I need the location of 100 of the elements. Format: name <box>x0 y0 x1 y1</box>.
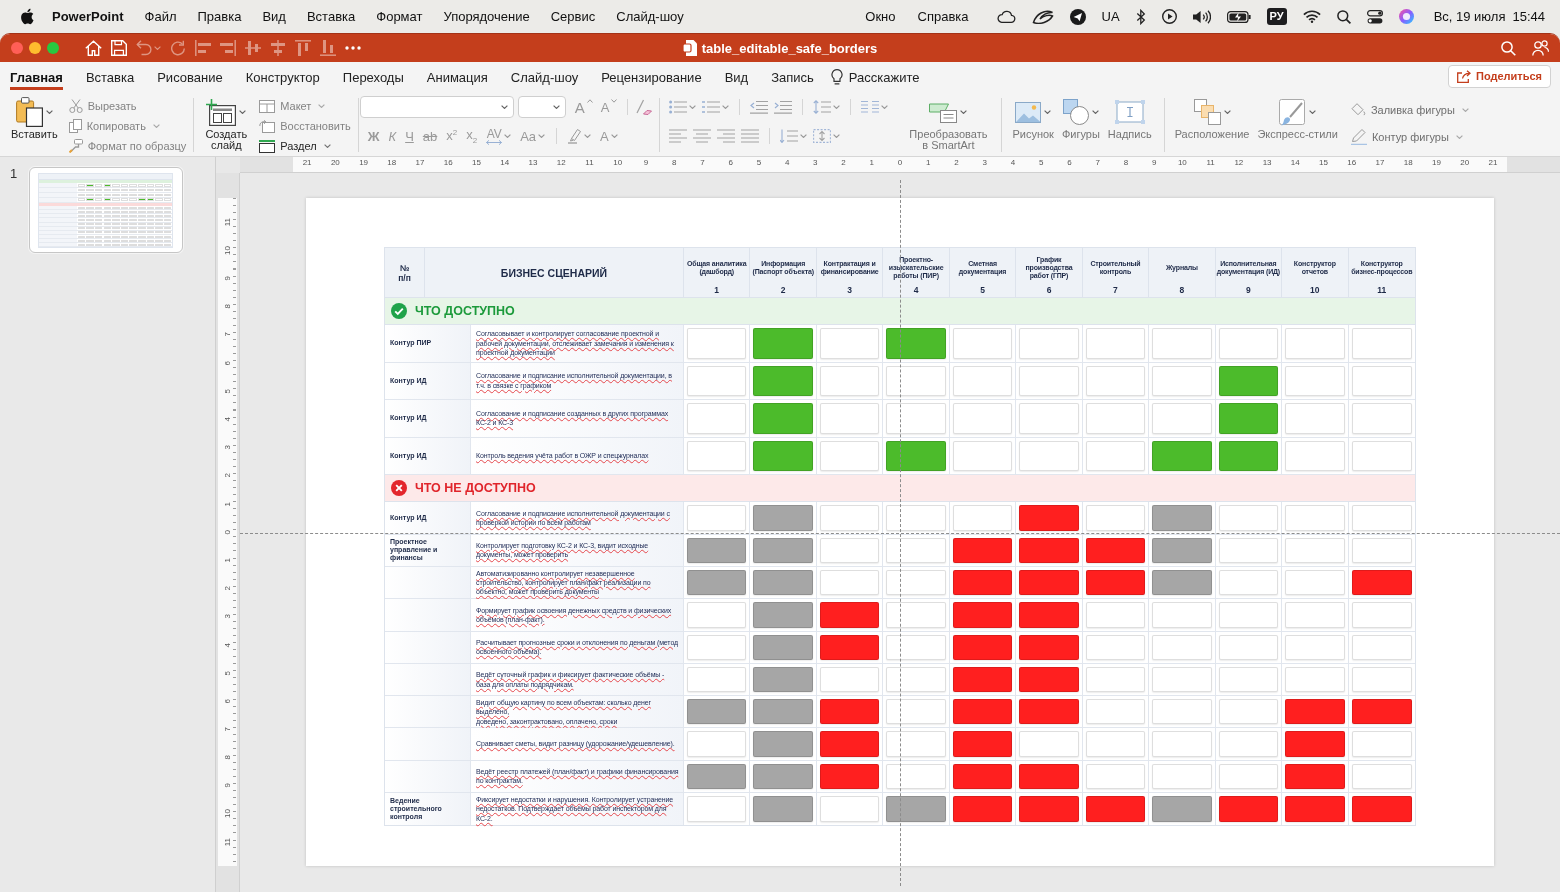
caret-icon[interactable] <box>833 134 841 138</box>
more-icon[interactable] <box>345 46 361 50</box>
ruler-number: 4 <box>222 417 233 422</box>
columns-icon[interactable] <box>861 100 880 114</box>
font-size-field[interactable] <box>517 96 566 118</box>
bullets-icon[interactable] <box>669 100 688 114</box>
ruler-number: 4 <box>222 642 233 647</box>
eraser-icon[interactable] <box>636 99 653 115</box>
align-text-icon[interactable] <box>813 129 832 143</box>
column-number: 11 <box>1377 285 1387 295</box>
toggles-icon[interactable] <box>1366 9 1383 24</box>
menu-item[interactable]: Правка <box>197 9 242 24</box>
column-header: № п/п <box>397 262 412 283</box>
caret-icon[interactable] <box>833 105 841 109</box>
ribbon-tab[interactable]: Запись <box>771 64 814 90</box>
slide-thumbnail[interactable] <box>29 167 183 253</box>
justify-icon[interactable] <box>741 129 760 143</box>
ribbon-tab[interactable]: Конструктор <box>245 64 320 90</box>
ruler-number: 3 <box>222 445 233 450</box>
ruler-number: 5 <box>222 388 233 394</box>
bluetooth-icon[interactable] <box>1135 8 1146 25</box>
ribbon-tab[interactable]: Слайд-шоу <box>510 64 579 90</box>
menu-item[interactable]: Упорядочение <box>443 9 530 24</box>
share-button[interactable]: Поделиться <box>1447 64 1551 88</box>
paste-icon <box>15 97 43 127</box>
paper-plane-icon[interactable] <box>1069 8 1086 25</box>
menu-item[interactable]: Вставка <box>306 9 356 24</box>
lightbulb-icon <box>830 69 843 85</box>
ruler-number: 8 <box>222 304 233 309</box>
play-icon[interactable] <box>1161 9 1177 24</box>
caret-up-icon <box>586 99 593 103</box>
orb-icon[interactable] <box>1398 9 1414 24</box>
caret-icon[interactable] <box>323 144 331 148</box>
section-icon <box>259 139 276 153</box>
home-icon[interactable] <box>85 40 102 56</box>
column-number: 4 <box>913 285 919 295</box>
battery-icon[interactable] <box>1226 10 1251 23</box>
menu-item[interactable]: Формат <box>376 9 423 24</box>
ruler-number: 2 <box>222 473 233 478</box>
cloud-icon[interactable] <box>996 10 1016 23</box>
align-right-icon[interactable] <box>717 129 736 143</box>
numbered-list-icon[interactable] <box>702 100 721 114</box>
caret-icon[interactable] <box>500 105 508 109</box>
caret-icon[interactable] <box>881 105 889 109</box>
menu-bar-date[interactable]: Вс, 19 июля <box>1433 9 1506 24</box>
close-button[interactable] <box>11 42 23 54</box>
swoosh-icon[interactable] <box>1031 9 1054 24</box>
caret-icon[interactable] <box>584 134 592 138</box>
font-name-field[interactable] <box>359 96 514 118</box>
section-button[interactable]: Раздел <box>259 136 351 156</box>
menu-item[interactable]: Справка <box>917 9 969 24</box>
minimize-button[interactable] <box>29 42 41 54</box>
share-icon <box>1456 69 1471 83</box>
ruler-number: 7 <box>222 727 233 732</box>
caret-icon[interactable] <box>45 110 53 114</box>
app-menu[interactable]: PowerPoint <box>52 9 124 24</box>
line-spacing-icon[interactable] <box>813 100 832 114</box>
ruler-number: 8 <box>222 755 233 760</box>
ribbon-tab[interactable]: Рецензирование <box>601 64 702 90</box>
paste-button[interactable]: Вставить <box>8 96 61 140</box>
tell-me-button[interactable]: Расскажите <box>830 64 920 90</box>
ribbon-tab[interactable]: Вид <box>724 64 749 90</box>
menu-bar-clock[interactable]: 15:44 <box>1512 9 1545 24</box>
arrange-icon <box>1193 99 1221 125</box>
align-center-icon[interactable] <box>693 129 712 143</box>
apple-icon[interactable] <box>20 8 34 25</box>
copy-icon <box>68 119 82 133</box>
ribbon-tab[interactable]: Главная <box>10 64 63 90</box>
caret-icon[interactable] <box>722 105 730 109</box>
window-title: table_editable_safe_borders <box>701 40 878 56</box>
region-indicator[interactable]: UA <box>1101 9 1120 24</box>
caret-icon[interactable] <box>800 134 808 138</box>
increase-indent-icon[interactable] <box>774 100 793 114</box>
menu-item[interactable]: Слайд-шоу <box>616 9 684 24</box>
text-direction-icon[interactable] <box>780 129 799 143</box>
menu-item[interactable]: Файл <box>144 9 177 24</box>
wifi-icon[interactable] <box>1302 10 1321 23</box>
ribbon-tab[interactable]: Вставка <box>85 64 135 90</box>
ribbon-tab[interactable]: Анимация <box>426 64 488 90</box>
ribbon-tab[interactable]: Рисование <box>157 64 223 90</box>
caret-icon[interactable] <box>239 110 247 114</box>
volume-icon[interactable] <box>1192 9 1211 24</box>
people-icon[interactable] <box>1532 40 1549 56</box>
quick-styles-icon <box>1279 98 1307 126</box>
input-source-indicator[interactable]: РУ <box>1266 8 1287 25</box>
section-title: ЧТО ДОСТУПНО <box>415 304 515 318</box>
save-icon[interactable] <box>111 40 127 56</box>
decrease-indent-icon[interactable] <box>750 100 769 114</box>
menu-item[interactable]: Окно <box>865 9 896 24</box>
new-slide-button[interactable]: Создать слайд <box>201 96 252 151</box>
align-left-icon[interactable] <box>669 129 688 143</box>
column-number: 9 <box>1246 285 1251 295</box>
caret-icon[interactable] <box>552 105 560 109</box>
menu-item[interactable]: Вид <box>262 9 286 24</box>
zoom-button[interactable] <box>47 42 59 54</box>
search-icon[interactable] <box>1336 9 1351 24</box>
column-number: 2 <box>780 285 786 295</box>
ribbon-tab[interactable]: Переходы <box>342 64 404 90</box>
caret-icon[interactable] <box>689 105 697 109</box>
menu-item[interactable]: Сервис <box>550 9 596 24</box>
